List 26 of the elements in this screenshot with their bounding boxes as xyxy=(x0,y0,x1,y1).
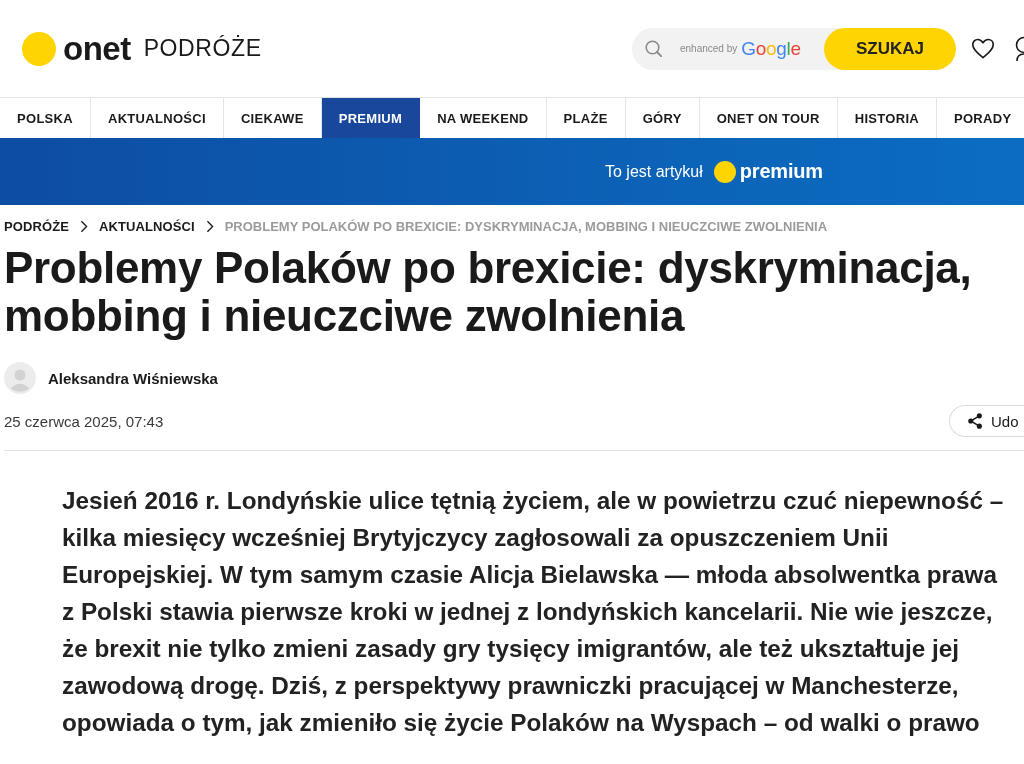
avatar-icon xyxy=(4,362,36,394)
search-icon xyxy=(645,40,662,57)
heart-icon[interactable] xyxy=(971,38,995,59)
nav-tab[interactable]: PREMIUM xyxy=(321,98,421,138)
chevron-icon xyxy=(205,219,214,233)
section-title: PODRÓŻE xyxy=(143,37,262,60)
chevron-icon xyxy=(80,219,88,233)
logo-text[interactable]: onet xyxy=(63,32,131,65)
search-hint: enhanced by xyxy=(680,43,738,54)
premium-label: premium xyxy=(739,160,823,183)
breadcrumb-link[interactable]: PODRÓŻE xyxy=(4,218,69,234)
article-title: Problemy Polaków po brexicie: dyskryminacja, mobbing i nieuczciwe zwolnienia xyxy=(4,244,973,340)
search-button[interactable]: SZUKAJ xyxy=(824,27,956,70)
user-icon[interactable] xyxy=(1013,35,1024,62)
lead-paragraph: Jesień 2016 r. Londyńskie ulice tętnią życiem, ale w powietrzu czuć niepewność – kilka miesięcy wcześniej Brytyjczycy zagłosowali za opuszczeniem Unii Europejskiej. W tym samym czasie Alicja Bielawska — młoda absolwentka prawa z Polski stawia pierwsze kroki w jednej z londyńskich kancelarii. Nie wie jeszcze, że brexit nie tylko zmieni zasady gry tysięcy imigrantów, ale też ukształtuje jej zawodową drogę. Dziś, z perspektywy prawniczki pracującej w Manchesterze, opowiada o tym, jak zmieniło się życie Polaków na Wyspach – od walki o prawo xyxy=(62,486,1004,738)
logo-dot-icon xyxy=(713,160,736,183)
share-button[interactable]: Udo xyxy=(949,405,1024,437)
share-icon xyxy=(968,413,982,429)
banner-text: To jest artykuł xyxy=(605,162,703,181)
google-logo-text: Google xyxy=(741,37,801,60)
breadcrumb-link[interactable]: AKTUALNOŚCI xyxy=(99,218,195,234)
author-name[interactable]: Aleksandra Wiśniewska xyxy=(48,369,218,387)
breadcrumb-current: PROBLEMY POLAKÓW PO BREXICIE: DYSKRYMINACJA, MOBBING I NIEUCZCIWE ZWOLNIENIA xyxy=(224,218,828,234)
search-field[interactable]: enhanced by Google xyxy=(632,27,824,70)
logo-dot-icon xyxy=(22,31,56,66)
publish-date: 25 czerwca 2025, 07:43 xyxy=(4,412,164,430)
